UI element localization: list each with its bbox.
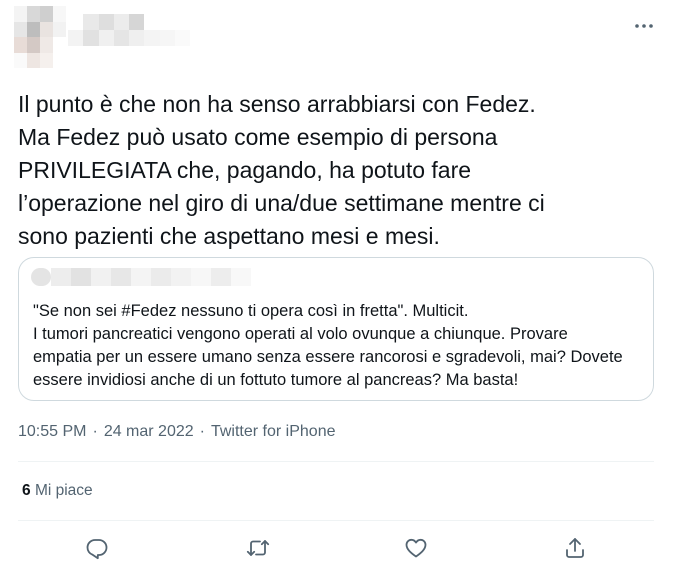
share-button[interactable] xyxy=(557,530,593,566)
quoted-text-line: empatia per un essere umano senza essere… xyxy=(33,348,623,366)
divider xyxy=(18,461,654,462)
tweet-date[interactable]: 24 mar 2022 xyxy=(104,423,194,441)
likes-label: Mi piace xyxy=(34,482,93,499)
author-name-redacted[interactable] xyxy=(68,14,190,62)
tweet-text-line: l’operazione nel giro di una/due settima… xyxy=(18,190,545,216)
quoted-text-line: "Se non sei #Fedez nessuno ti opera così… xyxy=(33,302,469,320)
like-button[interactable] xyxy=(398,530,434,566)
tweet-text-line: sono pazienti che aspettano mesi e mesi. xyxy=(18,223,440,249)
reply-icon xyxy=(86,539,108,560)
heart-icon xyxy=(405,538,427,558)
likes-stat[interactable]: 6 Mi piace xyxy=(22,482,93,500)
more-horizontal-icon xyxy=(635,24,653,28)
quoted-text-line: I tumori pancreatici vengono operati al … xyxy=(33,325,568,343)
tweet-text-line: PRIVILEGIATA che, pagando, ha potuto far… xyxy=(18,157,472,183)
quoted-tweet[interactable]: "Se non sei #Fedez nessuno ti opera così… xyxy=(18,257,654,401)
tweet-meta: 10:55 PM · 24 mar 2022 · Twitter for iPh… xyxy=(18,423,335,441)
quoted-tweet-text: "Se non sei #Fedez nessuno ti opera così… xyxy=(33,300,643,392)
more-options-button[interactable] xyxy=(630,16,658,36)
meta-separator: · xyxy=(92,423,98,440)
tweet-time[interactable]: 10:55 PM xyxy=(18,423,86,441)
meta-separator: · xyxy=(199,423,205,440)
divider xyxy=(18,520,654,521)
retweet-button[interactable] xyxy=(240,530,276,566)
share-icon xyxy=(566,538,584,558)
retweet-icon xyxy=(246,540,270,556)
tweet-text-line: Ma Fedez può usato come esempio di perso… xyxy=(18,124,498,150)
tweet-text: Il punto è che non ha senso arrabbiarsi … xyxy=(18,88,658,253)
likes-count: 6 xyxy=(22,482,31,499)
tweet-text-line: Il punto è che non ha senso arrabbiarsi … xyxy=(18,91,536,117)
tweet-source[interactable]: Twitter for iPhone xyxy=(211,423,336,441)
quoted-author-redacted xyxy=(31,268,251,286)
quoted-text-line: essere invidiosi anche di un fottuto tum… xyxy=(33,371,519,389)
avatar[interactable] xyxy=(14,6,66,68)
tweet-actions xyxy=(0,530,677,570)
reply-button[interactable] xyxy=(79,530,115,566)
